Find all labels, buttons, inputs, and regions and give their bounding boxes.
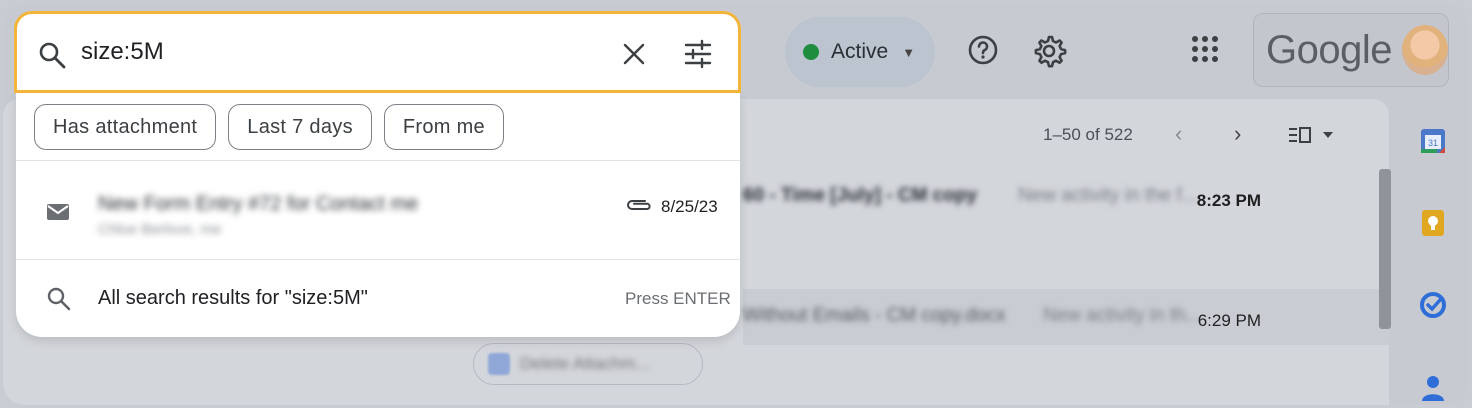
gear-icon[interactable] — [1031, 33, 1067, 69]
attachment-chip[interactable]: Delete Attachm... — [473, 343, 703, 385]
status-dot — [803, 44, 819, 60]
row-snippet: New activity in th... — [1043, 305, 1202, 326]
contacts-icon[interactable] — [1419, 373, 1447, 401]
help-icon[interactable] — [966, 33, 1000, 67]
side-panel-rail: 31 — [1393, 99, 1469, 405]
chevron-left-icon[interactable]: ‹ — [1175, 121, 1182, 147]
row-subject: Without Emails - CM copy.docx — [743, 305, 1006, 326]
status-selector[interactable]: Active ▼ — [785, 17, 935, 87]
table-row[interactable]: 60 - Time [July] - CM copy New activity … — [743, 171, 1389, 227]
attachment-chip-label: Delete Attachm... — [520, 354, 650, 373]
close-icon[interactable] — [622, 42, 646, 66]
avatar[interactable] — [1401, 25, 1448, 75]
divider — [16, 160, 740, 161]
gmail-window: Active ▼ Google 1–50 of 522 ‹ › 60 - Tim… — [3, 3, 1469, 405]
mail-icon — [47, 204, 69, 220]
table-row[interactable]: Without Emails - CM copy.docx New activi… — [743, 289, 1389, 345]
suggestion-row[interactable]: New Form Entry #72 for Contact me Chloe … — [16, 163, 740, 259]
split-view-icon[interactable] — [1287, 125, 1337, 145]
apps-grid-icon[interactable] — [1189, 33, 1221, 65]
all-search-results-link[interactable]: All search results for "size:5M" — [98, 287, 368, 310]
account-switcher[interactable]: Google — [1253, 13, 1449, 87]
tasks-icon[interactable] — [1419, 291, 1447, 319]
row-time: 6:29 PM — [1197, 311, 1261, 330]
doc-icon — [488, 353, 510, 375]
chip-from-me[interactable]: From me — [383, 104, 504, 150]
search-input[interactable] — [81, 36, 541, 68]
search-suggestions: Has attachment Last 7 days From me New F… — [16, 93, 740, 337]
paperclip-icon — [627, 200, 651, 210]
chevron-down-icon: ▼ — [902, 44, 916, 60]
press-enter-hint: Press ENTER — [625, 289, 731, 308]
row-snippet: New activity in the f... — [1018, 185, 1198, 206]
divider — [16, 259, 740, 260]
google-logo: Google — [1266, 27, 1392, 72]
calendar-icon[interactable]: 31 — [1419, 127, 1447, 155]
svg-text:31: 31 — [1428, 138, 1438, 148]
keep-icon[interactable] — [1419, 209, 1447, 237]
row-time: 8:23 PM — [1196, 191, 1261, 210]
search-icon — [47, 287, 71, 311]
suggestion-subject: New Form Entry #72 for Contact me — [98, 193, 419, 215]
chip-last-7-days[interactable]: Last 7 days — [228, 104, 372, 150]
search-chips: Has attachment Last 7 days From me — [34, 104, 504, 150]
search-icon[interactable] — [37, 40, 67, 70]
status-label: Active — [831, 40, 889, 63]
search-bar[interactable] — [14, 11, 741, 93]
pagination-count: 1–50 of 522 — [1043, 125, 1133, 144]
tune-icon[interactable] — [683, 39, 713, 69]
scrollbar[interactable] — [1379, 169, 1391, 329]
suggestion-sender: Chloe Berlove, me — [98, 221, 222, 238]
chevron-right-icon[interactable]: › — [1234, 121, 1241, 147]
suggestion-date: 8/25/23 — [661, 197, 718, 216]
chip-has-attachment[interactable]: Has attachment — [34, 104, 217, 150]
row-subject: 60 - Time [July] - CM copy — [743, 185, 978, 206]
